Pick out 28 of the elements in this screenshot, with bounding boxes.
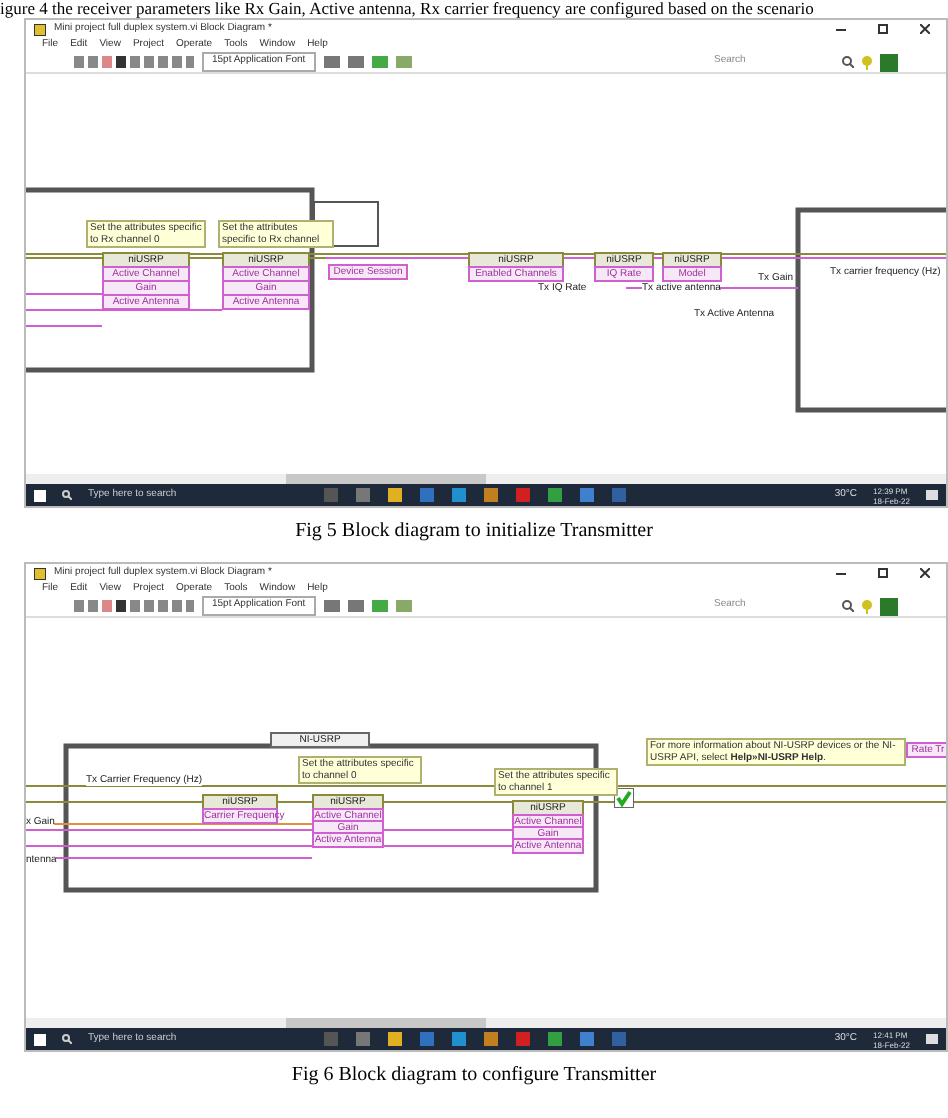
figure-caption: Fig 5 Block diagram to initialize Transmitter: [293, 518, 655, 546]
check-icon: [614, 788, 634, 808]
figure-caption: Fig 6 Block diagram to configure Transmitter: [289, 1062, 659, 1090]
maximize-icon[interactable]: [878, 568, 888, 578]
toolbar-icons-drawing[interactable]: [74, 600, 194, 612]
minimize-icon[interactable]: [836, 24, 846, 34]
toolbar-icons-drawing[interactable]: [74, 56, 194, 68]
notification-icon[interactable]: [926, 489, 938, 501]
search-icon: [62, 1034, 72, 1044]
intro-text: igure 4 the receiver parameters like Rx Gain, Active antenna, Rx carrier frequency are configured based on the scenario: [0, 0, 816, 18]
alignment-icons-drawing[interactable]: [323, 56, 412, 68]
horizontal-scrollbar[interactable]: [26, 1018, 946, 1028]
app-icon: [34, 567, 46, 579]
minimize-icon[interactable]: [836, 568, 846, 578]
context-help-icon[interactable]: [880, 53, 898, 71]
notification-icon[interactable]: [926, 1033, 938, 1045]
search-icon: [62, 490, 72, 500]
windows-start-icon[interactable]: [34, 489, 46, 501]
close-icon[interactable]: [920, 24, 930, 34]
close-icon[interactable]: [920, 568, 930, 578]
search-icon[interactable]: [842, 600, 854, 612]
horizontal-scrollbar[interactable]: [26, 474, 946, 484]
app-icon: [34, 23, 46, 35]
context-help-icon[interactable]: [880, 597, 898, 615]
windows-start-icon[interactable]: [34, 1033, 46, 1045]
maximize-icon[interactable]: [878, 24, 888, 34]
alignment-icons-drawing[interactable]: [323, 600, 412, 612]
search-icon[interactable]: [842, 56, 854, 68]
